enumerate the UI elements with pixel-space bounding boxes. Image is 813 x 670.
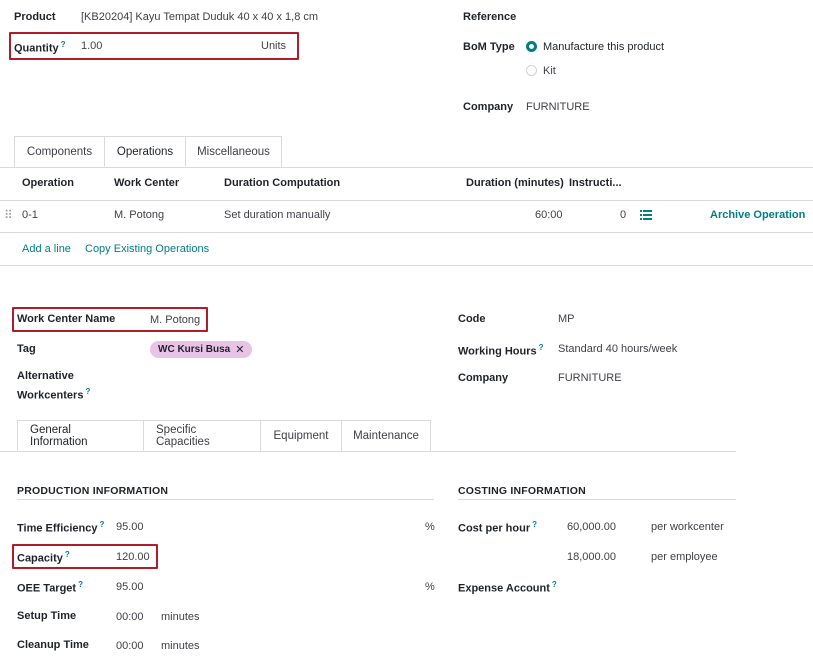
row-duration[interactable]: 60:00: [535, 209, 563, 221]
wc-company-value[interactable]: FURNITURE: [558, 372, 622, 384]
copy-existing-operations-link[interactable]: Copy Existing Operations: [85, 243, 209, 255]
table-header-divider: [0, 200, 813, 201]
tab-general-information[interactable]: General Information: [17, 420, 144, 451]
product-label: Product: [14, 11, 56, 23]
tag-pill[interactable]: WC Kursi Busa ✕: [150, 341, 253, 358]
code-value[interactable]: MP: [558, 313, 575, 325]
help-icon: ?: [85, 387, 91, 396]
alternative-workcenters-label-line1: Alternative: [17, 370, 74, 382]
tab-components[interactable]: Components: [14, 136, 105, 167]
bom-tabs: Components Operations Miscellaneous: [14, 136, 282, 167]
work-center-name-label: Work Center Name: [17, 313, 116, 325]
wc-company-label: Company: [458, 372, 509, 384]
setup-time-input[interactable]: 00:00: [116, 611, 144, 623]
oee-target-percent: %: [425, 581, 435, 593]
close-icon[interactable]: ✕: [235, 343, 244, 356]
work-center-name-input[interactable]: M. Potong: [150, 314, 200, 326]
cleanup-time-input[interactable]: 00:00: [116, 640, 144, 652]
add-line-link[interactable]: Add a line: [22, 243, 71, 255]
cost-per-employee-unit: per employee: [651, 551, 718, 563]
tab-maintenance[interactable]: Maintenance: [341, 420, 431, 451]
row-instructions-count: 0: [620, 209, 627, 221]
cost-per-employee-input[interactable]: 18,000.00: [567, 551, 616, 563]
time-efficiency-input[interactable]: 95.00: [116, 521, 144, 533]
col-header-operation[interactable]: Operation: [22, 177, 74, 189]
production-title-divider: [17, 499, 434, 500]
code-label: Code: [458, 313, 486, 325]
bom-type-kit-radio[interactable]: Kit: [526, 65, 556, 77]
quantity-input[interactable]: 1.00: [81, 40, 102, 52]
costing-information-title: COSTING INFORMATION: [458, 485, 586, 497]
help-icon: ?: [99, 520, 105, 529]
tag-label: Tag: [17, 343, 36, 355]
section-divider: [0, 265, 813, 266]
help-icon: ?: [551, 580, 557, 589]
setup-time-label: Setup Time: [17, 610, 77, 622]
radio-selected-icon: [526, 41, 537, 52]
col-header-work-center[interactable]: Work Center: [114, 177, 179, 189]
tab-miscellaneous[interactable]: Miscellaneous: [185, 136, 282, 167]
archive-operation-button[interactable]: Archive Operation: [710, 209, 805, 221]
tab-operations[interactable]: Operations: [104, 136, 186, 167]
product-value[interactable]: [KB20204] Kayu Tempat Duduk 40 x 40 x 1,…: [81, 11, 318, 23]
cost-per-workcenter-unit: per workcenter: [651, 521, 724, 533]
workcenter-tabs: General Information Specific Capacities …: [17, 420, 431, 451]
row-operation[interactable]: 0-1: [22, 209, 38, 221]
radio-unselected-icon: [526, 65, 537, 76]
alternative-workcenters-label: Workcenters?: [17, 387, 91, 402]
setup-time-unit: minutes: [161, 611, 200, 623]
bom-type-manufacture-radio[interactable]: Manufacture this product: [526, 41, 664, 53]
row-work-center[interactable]: M. Potong: [114, 209, 164, 221]
time-efficiency-percent: %: [425, 521, 435, 533]
costing-title-divider: [458, 499, 736, 500]
reference-label: Reference: [463, 11, 517, 23]
help-icon: ?: [538, 343, 544, 352]
quantity-label: Quantity?: [14, 40, 66, 55]
oee-target-label: OEE Target?: [17, 580, 83, 595]
production-information-title: PRODUCTION INFORMATION: [17, 485, 169, 497]
tab-equipment[interactable]: Equipment: [260, 420, 342, 451]
capacity-input[interactable]: 120.00: [116, 551, 150, 563]
bom-type-label: BoM Type: [463, 41, 515, 53]
cost-per-workcenter-input[interactable]: 60,000.00: [567, 521, 616, 533]
tab-specific-capacities[interactable]: Specific Capacities: [143, 420, 261, 451]
cleanup-time-unit: minutes: [161, 640, 200, 652]
help-icon: ?: [78, 580, 83, 589]
list-icon[interactable]: [640, 210, 652, 223]
quantity-uom[interactable]: Units: [261, 40, 286, 52]
drag-handle-icon[interactable]: ⠿: [4, 208, 13, 222]
time-efficiency-label: Time Efficiency?: [17, 520, 105, 535]
oee-target-input[interactable]: 95.00: [116, 581, 144, 593]
row-divider: [0, 232, 813, 233]
row-duration-computation[interactable]: Set duration manually: [224, 209, 330, 221]
wc-tabs-divider: [0, 451, 736, 452]
cost-per-hour-label: Cost per hour?: [458, 520, 538, 535]
working-hours-label: Working Hours?: [458, 343, 544, 358]
col-header-duration-computation[interactable]: Duration Computation: [224, 177, 340, 189]
tabs-divider: [0, 167, 813, 168]
company-label: Company: [463, 101, 514, 113]
capacity-label: Capacity?: [17, 550, 70, 565]
col-header-instructions[interactable]: Instructi...: [569, 177, 622, 189]
help-icon: ?: [64, 550, 70, 559]
company-value[interactable]: FURNITURE: [526, 101, 590, 113]
expense-account-label: Expense Account?: [458, 580, 557, 595]
working-hours-value[interactable]: Standard 40 hours/week: [558, 343, 677, 355]
help-icon: ?: [532, 520, 538, 529]
col-header-duration[interactable]: Duration (minutes): [466, 177, 564, 189]
cleanup-time-label: Cleanup Time: [17, 639, 89, 651]
help-icon: ?: [60, 40, 66, 49]
